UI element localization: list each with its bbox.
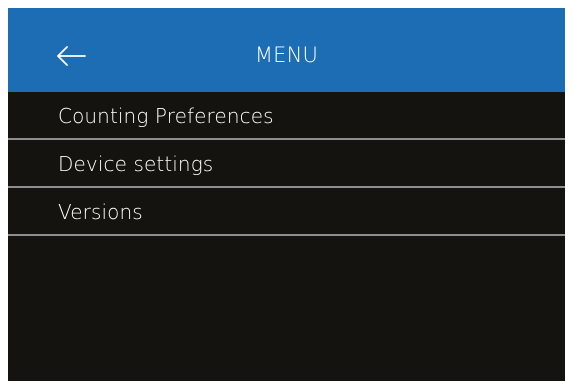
menu-item-label: Device settings: [58, 152, 214, 176]
menu-item-versions[interactable]: Versions: [8, 188, 565, 236]
menu-item-label: Versions: [58, 200, 143, 224]
menu-list: Counting Preferences Device settings Ver…: [8, 92, 565, 236]
menu-item-device-settings[interactable]: Device settings: [8, 140, 565, 188]
menu-screen: MENU Counting Preferences Device setting…: [8, 8, 565, 381]
header-bar: MENU: [8, 8, 565, 92]
page-title: MENU: [254, 43, 319, 67]
menu-item-counting-preferences[interactable]: Counting Preferences: [8, 92, 565, 140]
menu-item-label: Counting Preferences: [58, 104, 274, 128]
